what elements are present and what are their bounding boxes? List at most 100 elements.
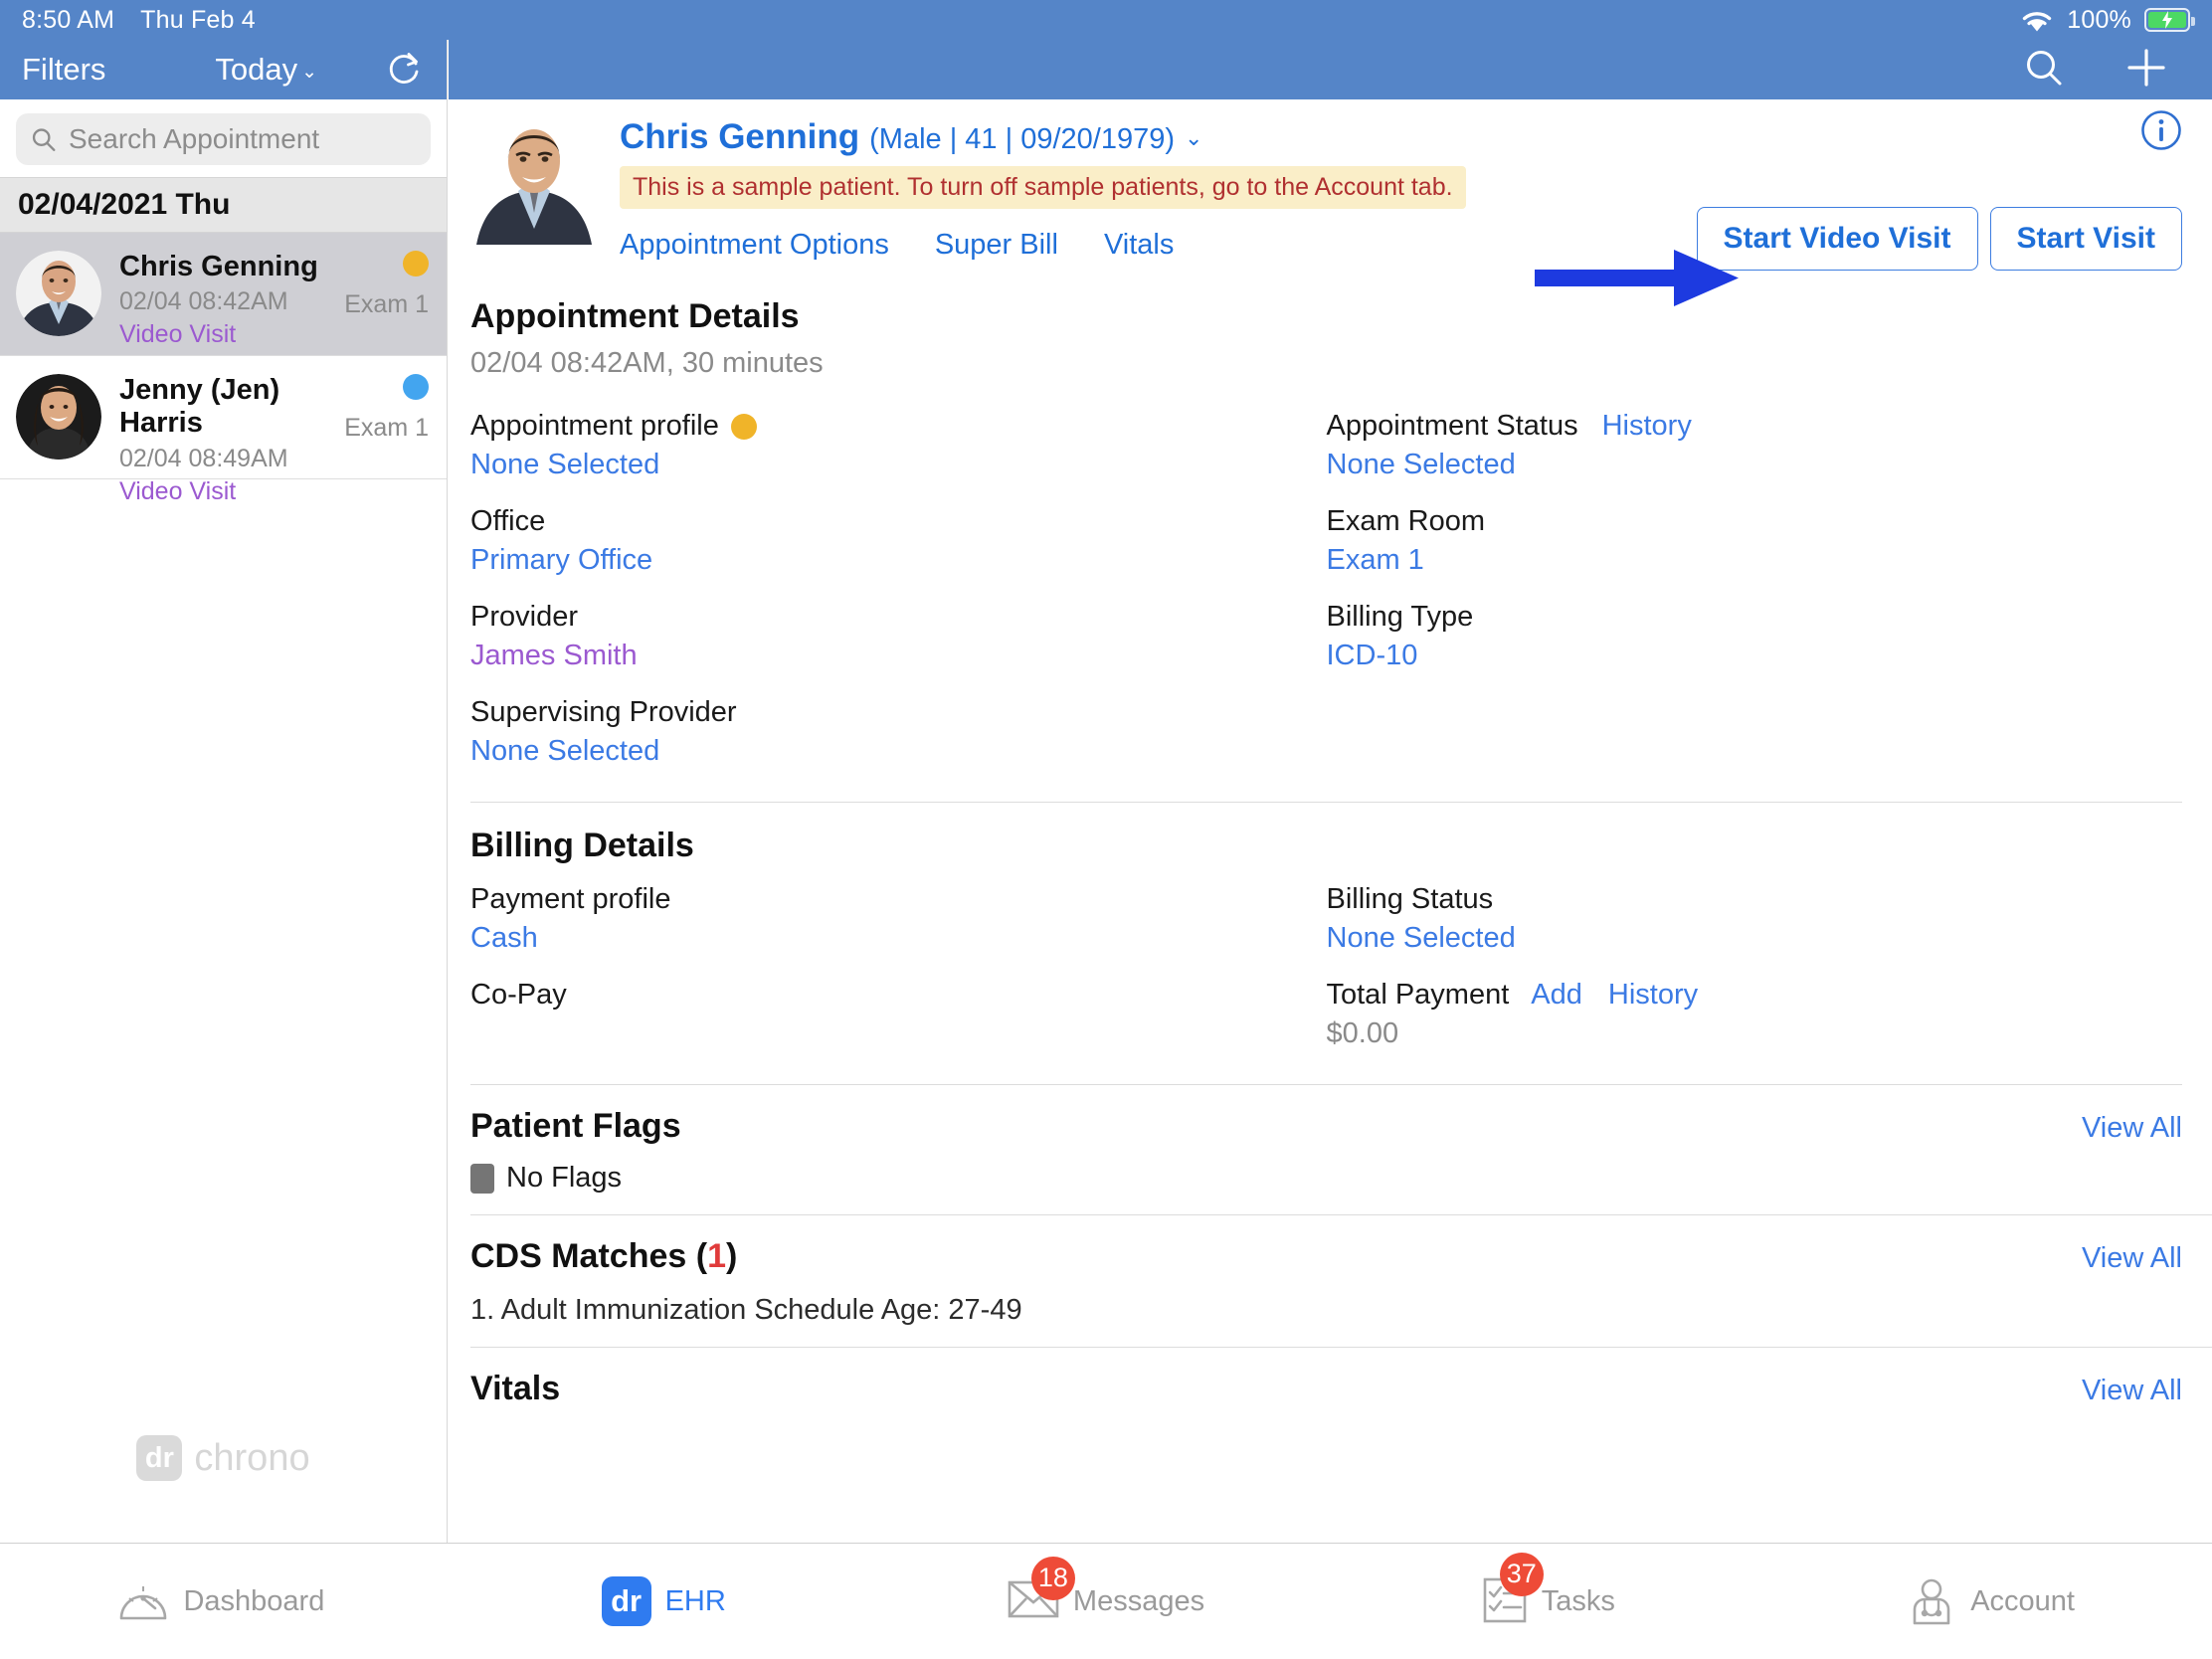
- patient-flags-title: Patient Flags: [470, 1107, 681, 1145]
- super-bill-link[interactable]: Super Bill: [935, 229, 1058, 262]
- billing-details-right-column: Billing Status None Selected Total Payme…: [1327, 883, 2183, 1074]
- cds-matches-view-all-link[interactable]: View All: [2082, 1242, 2182, 1275]
- field-value[interactable]: None Selected: [1327, 922, 2183, 955]
- field-label: Appointment profile: [470, 410, 1327, 443]
- avatar: [16, 251, 101, 336]
- tab-label: Messages: [1072, 1584, 1205, 1617]
- patient-demographics: (Male | 41 | 09/20/1979): [869, 123, 1175, 155]
- field-value[interactable]: None Selected: [470, 735, 1327, 768]
- field-value[interactable]: ICD-10: [1327, 640, 2183, 672]
- appointment-time: 02/04 08:42AM: [119, 287, 288, 316]
- field-billing-type: Billing Type ICD-10: [1327, 601, 2183, 672]
- appointment-room: Exam 1: [344, 290, 429, 318]
- tasks-badge: 37: [1499, 1552, 1544, 1596]
- total-payment-history-link[interactable]: History: [1608, 979, 1698, 1012]
- sample-patient-notice: This is a sample patient. To turn off sa…: [620, 166, 1466, 209]
- appointment-list-item[interactable]: Jenny (Jen) Harris 02/04 08:49AM Video V…: [0, 356, 447, 505]
- today-date-selector[interactable]: Today ⌄: [215, 52, 317, 88]
- status-dot-icon: [403, 374, 429, 400]
- field-label-text: Appointment profile: [470, 410, 719, 442]
- appointment-details-title: Appointment Details: [470, 297, 800, 335]
- appointment-list-item[interactable]: Chris Genning 02/04 08:42AM Video Visit …: [0, 233, 447, 356]
- watermark-text: chrono: [194, 1436, 310, 1479]
- field-value[interactable]: Exam 1: [1327, 544, 2183, 577]
- appointment-details-right-column: Appointment Status History None Selected…: [1327, 410, 2183, 792]
- tab-ehr[interactable]: dr EHR: [443, 1576, 885, 1626]
- field-label: Appointment Status History: [1327, 410, 2183, 443]
- wifi-icon: [2023, 12, 2052, 32]
- info-button[interactable]: [2140, 109, 2182, 156]
- annotation-arrow-icon: [1535, 250, 1739, 306]
- tab-dashboard[interactable]: Dashboard: [0, 1578, 443, 1624]
- add-button[interactable]: [2124, 46, 2168, 94]
- appointment-options-link[interactable]: Appointment Options: [620, 229, 889, 262]
- tab-label: Account: [1970, 1584, 2075, 1617]
- field-value[interactable]: Cash: [470, 922, 1327, 955]
- cds-matches-header: CDS Matches (1) View All: [470, 1237, 2182, 1276]
- appointment-patient-name: Chris Genning: [119, 251, 318, 282]
- field-value[interactable]: None Selected: [1327, 449, 2183, 481]
- patient-flag-text: No Flags: [506, 1162, 623, 1194]
- patient-name-row[interactable]: Chris Genning (Male | 41 | 09/20/1979) ⌄: [620, 117, 2182, 157]
- tab-account[interactable]: Account: [1769, 1576, 2212, 1626]
- field-value[interactable]: Primary Office: [470, 544, 1327, 577]
- search-icon: [32, 128, 56, 151]
- refresh-button[interactable]: [385, 48, 425, 92]
- day-header: 02/04/2021 Thu: [0, 177, 447, 233]
- patient-flags-view-all-link[interactable]: View All: [2082, 1112, 2182, 1145]
- field-billing-status: Billing Status None Selected: [1327, 883, 2183, 955]
- sidebar-toolbar: Filters Today ⌄: [0, 40, 447, 99]
- cds-matches-title: CDS Matches (1): [470, 1237, 737, 1276]
- start-visit-button[interactable]: Start Visit: [1989, 207, 2182, 271]
- appointment-info: Jenny (Jen) Harris 02/04 08:49AM Video V…: [119, 374, 326, 505]
- appointment-details-grid: Appointment profile None Selected Office…: [470, 410, 2182, 792]
- billing-details-title: Billing Details: [470, 827, 694, 864]
- patient-action-links: Appointment Options Super Bill Vitals St…: [620, 207, 2182, 271]
- tab-label: Tasks: [1541, 1584, 1615, 1617]
- search-input[interactable]: [69, 123, 417, 155]
- patient-header: Chris Genning (Male | 41 | 09/20/1979) ⌄…: [449, 99, 2212, 271]
- vitals-link[interactable]: Vitals: [1104, 229, 1174, 262]
- field-total-payment: Total Payment Add History $0.00: [1327, 979, 2183, 1050]
- total-payment-add-link[interactable]: Add: [1531, 979, 1582, 1012]
- field-payment-profile: Payment profile Cash: [470, 883, 1327, 955]
- field-label: Provider: [470, 601, 578, 633]
- dr-chrono-icon: dr: [601, 1576, 651, 1626]
- tab-tasks[interactable]: 37 Tasks: [1327, 1552, 1769, 1629]
- bottom-tab-bar: Dashboard dr EHR 18 Messages 37 Tasks Ac…: [0, 1543, 2212, 1659]
- appointment-details-left-column: Appointment profile None Selected Office…: [470, 410, 1327, 792]
- battery-percent: 100%: [2067, 5, 2131, 34]
- main-toolbar: [449, 40, 2212, 99]
- status-date: Thu Feb 4: [140, 5, 256, 34]
- appointment-profile-color-dot-icon: [730, 413, 757, 440]
- cds-title-prefix: CDS Matches (: [470, 1237, 708, 1275]
- patient-name[interactable]: Chris Genning: [620, 117, 859, 157]
- appointment-room: Exam 1: [344, 414, 429, 442]
- vitals-header: Vitals View All: [470, 1370, 2182, 1408]
- filters-button[interactable]: Filters: [22, 52, 105, 88]
- tab-label: Dashboard: [183, 1584, 325, 1617]
- vitals-view-all-link[interactable]: View All: [2082, 1375, 2182, 1407]
- patient-flags-header: Patient Flags View All: [470, 1107, 2182, 1146]
- field-value[interactable]: James Smith: [470, 640, 1327, 672]
- status-bar: 8:50 AM Thu Feb 4 100%: [0, 0, 2212, 40]
- drchrono-watermark: dr chrono: [0, 1435, 447, 1481]
- visit-buttons: Start Video Visit Start Visit: [1696, 207, 2182, 271]
- patient-flags-section: Patient Flags View All No Flags: [449, 1085, 2212, 1214]
- patient-avatar: [470, 117, 598, 245]
- cds-matches-section: CDS Matches (1) View All 1. Adult Immuni…: [449, 1215, 2212, 1347]
- global-search-button[interactable]: [2023, 47, 2065, 93]
- search-appointment-box[interactable]: [16, 113, 431, 165]
- appointments-sidebar: Filters Today ⌄ 02/04/2021 Thu: [0, 40, 448, 1543]
- patient-flag-row: No Flags: [470, 1162, 2182, 1195]
- appointment-meta: Exam 1: [344, 374, 429, 461]
- field-value: $0.00: [1326, 1017, 1399, 1049]
- lightning-bolt-icon: [2162, 11, 2172, 29]
- field-value[interactable]: None Selected: [470, 449, 1327, 481]
- app-root: 8:50 AM Thu Feb 4 100% Filters Today ⌄ S…: [0, 0, 2212, 1659]
- appointment-details-section: Appointment Details 02/04 08:42AM, 30 mi…: [449, 297, 2212, 803]
- appointment-status-history-link[interactable]: History: [1602, 410, 1692, 443]
- chevron-down-icon[interactable]: ⌄: [1185, 125, 1202, 151]
- tab-messages[interactable]: 18 Messages: [885, 1556, 1328, 1625]
- vitals-section: Vitals View All: [449, 1348, 2212, 1428]
